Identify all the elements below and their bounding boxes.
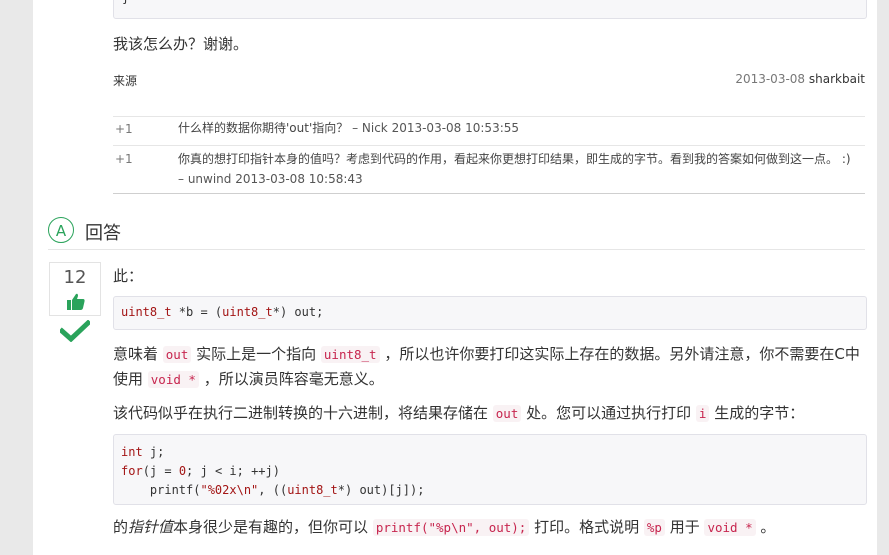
inline-code: out (162, 346, 192, 363)
code-line: int j; (121, 445, 165, 459)
comments-divider (113, 193, 865, 194)
inline-code: out (492, 405, 522, 422)
inline-code: i (695, 405, 710, 422)
code-token: for (121, 464, 143, 478)
answers-badge-icon: A (48, 217, 74, 243)
text-run: 本身很少是有趣的，但你可以 (173, 518, 373, 536)
answer-paragraph-3: 的指针值本身很少是有趣的，但你可以 printf("%p\n", out); 打… (113, 515, 883, 540)
source-link[interactable]: 来源 (113, 72, 137, 89)
code-token: uint8_t (287, 483, 338, 497)
text-run: 用于 (664, 518, 705, 536)
accepted-check-icon (60, 320, 90, 342)
text-run: 处。您可以通过执行打印 (521, 404, 696, 422)
text-run: 的 (113, 518, 129, 536)
text-run: 意味着 (113, 345, 163, 363)
answer-code-block-2: int j; for(j = 0; j < i; ++j) printf("%0… (113, 434, 867, 505)
comment-item: +1 你真的想打印指针本身的值吗？考虑到代码的作用，看起来你更想打印结果，即生成… (113, 145, 865, 194)
comment-body: 什么样的数据你期待'out'指向？ (178, 121, 349, 135)
text-run: ，所以演员阵容毫无意义。 (198, 370, 384, 388)
answer-paragraph-2: 该代码似乎在执行二进制转换的十六进制，将结果存储在 out 处。您可以通过执行打… (113, 401, 873, 426)
text-run: 。 (755, 518, 776, 536)
code-token: uint8_t (222, 305, 273, 319)
answer-intro: 此： (113, 267, 144, 285)
code-token: "%02x\n" (200, 483, 259, 497)
comment-meta: – unwind 2013-03-08 10:58:43 (178, 172, 363, 186)
comment-text: 什么样的数据你期待'out'指向？ – Nick 2013-03-08 10:5… (178, 118, 858, 138)
answer-code-block-1: uint8_t *b = (uint8_t*) out; (113, 296, 867, 330)
comment-body: 你真的想打印指针本身的值吗？考虑到代码的作用，看起来你更想打印结果，即生成的字节… (178, 152, 851, 166)
emphasis-text: 指针值 (128, 518, 174, 536)
answer-paragraph-1: 意味着 out 实际上是一个指向 uint8_t ，所以也许你要打印这实际上存在… (113, 342, 865, 392)
answer-vote-box: 12 (49, 262, 101, 316)
question-closing-text: 我该怎么办？谢谢。 (113, 35, 249, 53)
comment-votes: +1 (115, 152, 133, 166)
text-run: 打印。格式说明 (529, 518, 644, 536)
content-panel: } 我该怎么办？谢谢。 来源 2013-03-08 sharkbait +1 什… (33, 0, 877, 555)
answers-header: A 回答 (48, 215, 865, 250)
code-line: printf("%02x\n", ((uint8_t*) out)[j]); (121, 483, 425, 497)
answer-vote-count: 12 (63, 267, 87, 288)
page-scrollbar[interactable] (878, 0, 889, 555)
code-line: uint8_t *b = (uint8_t*) out; (121, 305, 324, 319)
comment-votes: +1 (115, 122, 133, 136)
question-date: 2013-03-08 (735, 72, 806, 86)
code-token: int (121, 445, 143, 459)
comment-item: +1 什么样的数据你期待'out'指向？ – Nick 2013-03-08 1… (113, 116, 865, 145)
inline-code: printf("%p\n", out); (372, 519, 530, 536)
code-line: for(j = 0; j < i; ++j) (121, 464, 280, 478)
inline-code: uint8_t (320, 346, 380, 363)
inline-code: %p (643, 519, 665, 536)
answers-title: 回答 (85, 223, 121, 244)
code-token: uint8_t (121, 305, 172, 319)
inline-code: void * (704, 519, 756, 536)
thumbs-up-icon[interactable] (67, 293, 85, 310)
text-run: 生成的字节： (709, 404, 805, 422)
comment-text: 你真的想打印指针本身的值吗？考虑到代码的作用，看起来你更想打印结果，即生成的字节… (178, 149, 858, 189)
question-author-link[interactable]: sharkbait (809, 72, 865, 86)
text-run: 该代码似乎在执行二进制转换的十六进制，将结果存储在 (113, 404, 493, 422)
code-token: 0 (178, 464, 187, 478)
inline-code: void * (147, 371, 199, 388)
code-line: } (122, 0, 129, 5)
text-run: 实际上是一个指向 (191, 345, 321, 363)
question-code-block: } (113, 0, 867, 19)
question-meta: 2013-03-08 sharkbait (735, 72, 865, 86)
comment-meta: – Nick 2013-03-08 10:53:55 (348, 121, 520, 135)
